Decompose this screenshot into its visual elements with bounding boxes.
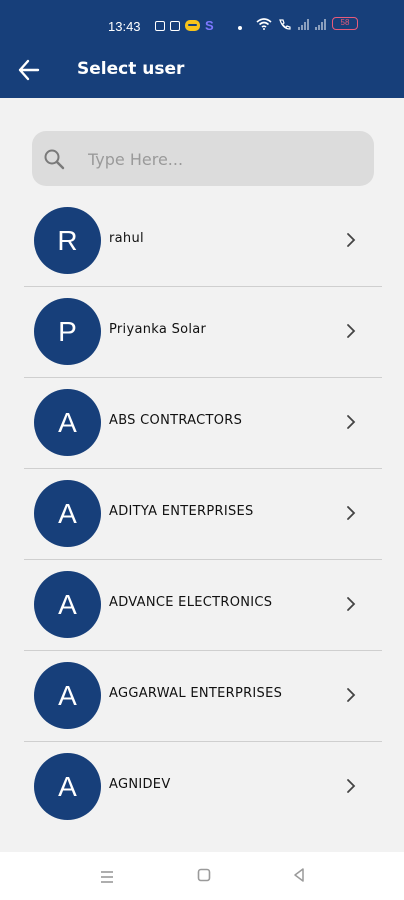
chevron-right-icon (347, 688, 356, 702)
user-name: AGNIDEV (109, 777, 171, 792)
avatar: A (34, 662, 101, 729)
volte-call-icon (279, 18, 291, 30)
user-list-item[interactable]: P Priyanka Solar (0, 287, 404, 378)
avatar: R (34, 207, 101, 274)
search-icon (44, 149, 65, 170)
avatar: A (34, 753, 101, 820)
more-notifications-dot-icon (238, 26, 242, 30)
user-name: ADITYA ENTERPRISES (109, 504, 254, 519)
system-icons: 58 (256, 17, 358, 30)
chevron-right-icon (347, 324, 356, 338)
signal-strength-icon (298, 18, 309, 30)
back-arrow-icon[interactable] (16, 58, 44, 82)
status-time: 13:43 (108, 19, 141, 34)
app-notification-icon (185, 20, 200, 31)
notification-icons: S (155, 18, 214, 33)
home-icon[interactable] (197, 868, 211, 882)
user-list-item[interactable]: A ADVANCE ELECTRONICS (0, 560, 404, 651)
system-nav-bar (0, 852, 404, 900)
status-bar: 13:43 S 58 (0, 0, 404, 48)
chevron-right-icon (347, 597, 356, 611)
recent-apps-icon[interactable] (98, 869, 116, 885)
user-name: Priyanka Solar (109, 322, 207, 337)
user-list-item[interactable]: A AGNIDEV (0, 742, 404, 833)
chevron-right-icon (347, 233, 356, 247)
wifi-icon (256, 17, 272, 30)
user-list: R rahul P Priyanka Solar A ABS CONTRACTO… (0, 196, 404, 833)
battery-icon: 58 (332, 17, 358, 30)
user-name: ADVANCE ELECTRONICS (109, 595, 273, 610)
user-list-item[interactable]: R rahul (0, 196, 404, 287)
avatar: A (34, 480, 101, 547)
user-list-item[interactable]: A ADITYA ENTERPRISES (0, 469, 404, 560)
chevron-right-icon (347, 779, 356, 793)
user-name: AGGARWAL ENTERPRISES (109, 686, 283, 701)
signal-strength-2-icon (315, 18, 326, 30)
user-name: ABS CONTRACTORS (109, 413, 243, 428)
search-bar[interactable] (32, 131, 374, 186)
message-icon (155, 20, 165, 31)
user-list-item[interactable]: A ABS CONTRACTORS (0, 378, 404, 469)
user-list-item[interactable]: A AGGARWAL ENTERPRISES (0, 651, 404, 742)
chevron-right-icon (347, 506, 356, 520)
image-icon (170, 20, 180, 31)
page-title: Select user (77, 59, 185, 79)
chevron-right-icon (347, 415, 356, 429)
avatar: A (34, 389, 101, 456)
avatar: A (34, 571, 101, 638)
back-triangle-icon[interactable] (292, 867, 306, 883)
search-input[interactable] (88, 145, 358, 173)
avatar: P (34, 298, 101, 365)
s-app-icon: S (205, 18, 214, 33)
user-name: rahul (109, 231, 144, 246)
app-header: 13:43 S 58 Select user (0, 0, 404, 98)
